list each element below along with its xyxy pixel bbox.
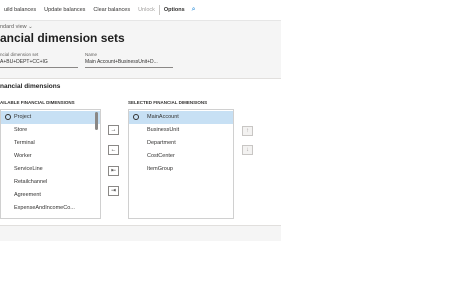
remove-all-button[interactable]: ⇤ xyxy=(108,166,119,176)
radio-icon[interactable] xyxy=(5,114,11,120)
unlock-button[interactable]: Unlock xyxy=(134,7,159,13)
list-item[interactable]: ExpenseAndIncomeCo... xyxy=(1,202,100,215)
clear-balances-button[interactable]: Clear balances xyxy=(89,7,134,13)
financial-dimensions-section: nancial dimensions AILABLE FINANCIAL DIM… xyxy=(0,78,281,226)
add-all-button[interactable]: ⇥ xyxy=(108,186,119,196)
list-scrollbar[interactable] xyxy=(95,112,98,130)
section-title: nancial dimensions xyxy=(0,83,61,90)
list-item[interactable]: Department xyxy=(129,137,233,150)
list-item[interactable]: MainAccount xyxy=(129,111,233,124)
page-title: ancial dimension sets xyxy=(0,31,125,45)
search-icon[interactable]: ⌕ xyxy=(192,6,196,14)
list-item-label: BusinessUnit xyxy=(147,127,180,133)
list-item-label: Agreement xyxy=(14,192,41,198)
list-item-label: Department xyxy=(147,140,176,146)
list-item[interactable]: ServiceLine xyxy=(1,163,100,176)
dimension-set-field[interactable]: A+BU+DEPT+CC+IG xyxy=(0,58,78,68)
selected-dimensions-list[interactable]: MainAccount BusinessUnit Department Cost… xyxy=(128,109,234,219)
move-down-button[interactable]: ↓ xyxy=(242,145,253,155)
radio-icon[interactable] xyxy=(133,114,139,120)
list-item-label: CostCenter xyxy=(147,153,175,159)
list-item-label: ServiceLine xyxy=(14,166,43,172)
list-item-label: ExpenseAndIncomeCo... xyxy=(14,205,75,211)
list-item[interactable]: Worker xyxy=(1,150,100,163)
chevron-down-icon: ⌄ xyxy=(28,24,33,30)
view-selector[interactable]: ndard view ⌄ xyxy=(0,24,33,30)
update-balances-button[interactable]: Update balances xyxy=(40,7,89,13)
name-field[interactable]: Main Account+BusinessUnit+D... xyxy=(85,58,173,68)
list-item-label: Retailchannel xyxy=(14,179,48,185)
options-tab[interactable]: Options xyxy=(160,7,189,13)
selected-dimensions-header: SELECTED FINANCIAL DIMENSIONS xyxy=(128,100,208,105)
add-dimension-button[interactable]: → xyxy=(108,125,119,135)
list-item[interactable]: BusinessUnit xyxy=(129,124,233,137)
name-label: Name xyxy=(85,52,98,57)
action-pane: uild balances Update balances Clear bala… xyxy=(0,0,281,21)
list-item[interactable]: CostCenter xyxy=(129,150,233,163)
list-item[interactable]: Project xyxy=(1,111,100,124)
list-item-label: ItemGroup xyxy=(147,166,173,172)
list-item[interactable]: Terminal xyxy=(1,137,100,150)
list-item[interactable]: ItemGroup xyxy=(129,163,233,176)
list-item-label: Worker xyxy=(14,153,32,159)
list-item[interactable]: Retailchannel xyxy=(1,176,100,189)
available-dimensions-header: AILABLE FINANCIAL DIMENSIONS xyxy=(0,100,75,105)
list-item[interactable]: Store xyxy=(1,124,100,137)
list-item-label: Project xyxy=(14,114,32,120)
page-canvas: uild balances Update balances Clear bala… xyxy=(0,0,281,241)
list-item-label: Terminal xyxy=(14,140,35,146)
remove-dimension-button[interactable]: ← xyxy=(108,145,119,155)
available-dimensions-list[interactable]: Project Store Terminal Worker ServiceLin… xyxy=(0,109,101,219)
build-balances-button[interactable]: uild balances xyxy=(0,7,40,13)
list-item[interactable]: Agreement xyxy=(1,189,100,202)
list-item-label: MainAccount xyxy=(147,114,179,120)
move-up-button[interactable]: ↑ xyxy=(242,126,253,136)
dimension-set-label: ncial dimension set xyxy=(0,52,39,57)
view-label: ndard view xyxy=(0,24,27,30)
list-item-label: Store xyxy=(14,127,28,133)
